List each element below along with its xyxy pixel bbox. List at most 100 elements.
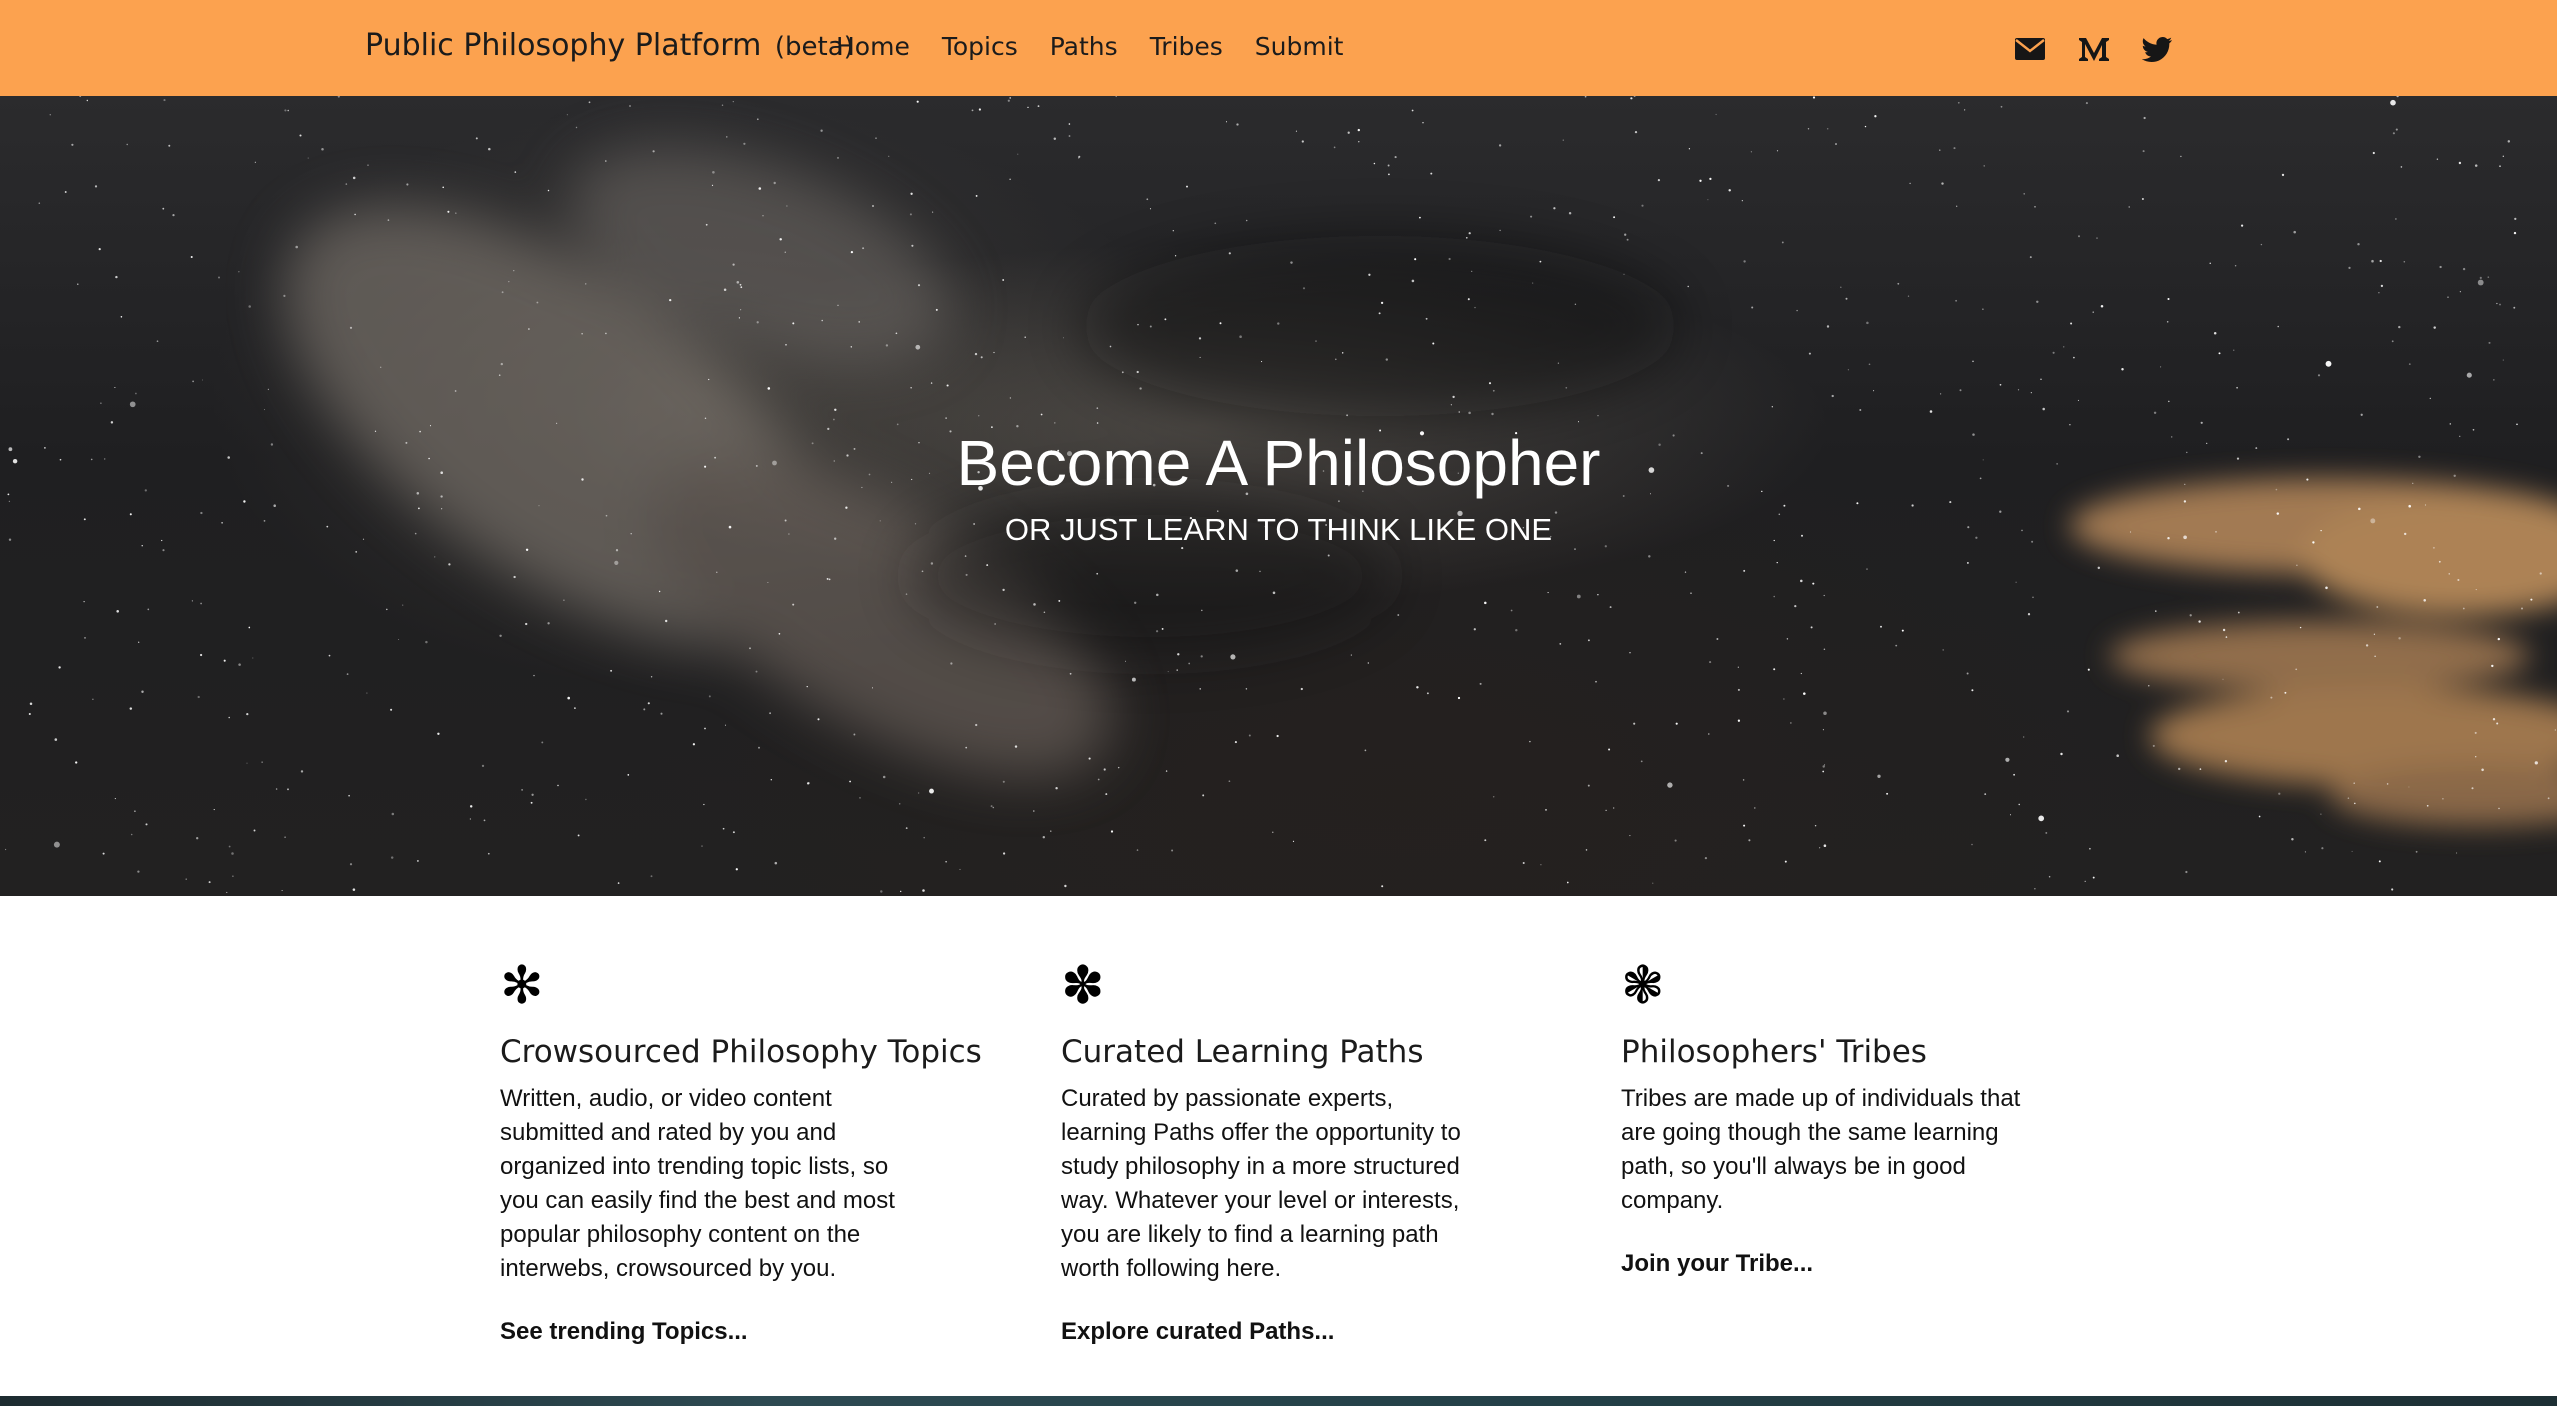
star <box>652 150 655 153</box>
star <box>1117 766 1120 769</box>
star <box>201 379 203 381</box>
star <box>2479 276 2482 279</box>
star <box>1835 143 1837 145</box>
star <box>896 423 899 426</box>
star <box>1136 849 1139 851</box>
star <box>911 244 914 247</box>
star <box>1357 128 1360 132</box>
feature-description: Tribes are made up of individuals that a… <box>1621 1085 2021 1214</box>
star <box>1156 630 1159 633</box>
star <box>1529 740 1531 743</box>
explore-curated-paths-link[interactable]: Explore curated Paths... <box>1061 1318 1334 1346</box>
star <box>2347 797 2350 799</box>
nav-link-tribes[interactable]: Tribes <box>1150 32 1223 61</box>
star <box>722 827 725 830</box>
star <box>807 781 810 785</box>
nav-link-topics[interactable]: Topics <box>942 32 1018 61</box>
star <box>1640 760 1643 763</box>
star <box>2224 760 2228 763</box>
star <box>2009 814 2012 816</box>
star <box>1629 651 1631 654</box>
star <box>75 761 78 764</box>
nav-link-submit[interactable]: Submit <box>1255 32 1344 61</box>
star <box>1776 150 1779 152</box>
star <box>1539 260 1542 263</box>
star <box>1346 414 1349 417</box>
star <box>1704 856 1708 860</box>
star <box>2000 105 2003 108</box>
star <box>916 100 919 103</box>
star <box>1684 571 1687 573</box>
star <box>2284 691 2287 694</box>
star <box>162 549 165 552</box>
star <box>2042 407 2045 411</box>
star <box>1234 741 1237 744</box>
star <box>1786 638 1789 640</box>
star <box>253 829 256 832</box>
hero-subtitle: OR JUST LEARN TO THINK LIKE ONE <box>1004 512 1553 547</box>
star <box>1626 238 1629 241</box>
star <box>2304 851 2306 853</box>
envelope-icon[interactable] <box>2013 32 2047 66</box>
star <box>2128 206 2130 208</box>
star <box>556 422 558 424</box>
star <box>1597 593 1599 596</box>
star <box>2395 218 2397 220</box>
hero-title: Become A Philosopher <box>956 427 1601 499</box>
star <box>1812 96 1816 99</box>
star <box>1873 390 1875 392</box>
star <box>1225 121 1228 123</box>
propeller-flower-icon: ❃ <box>1621 956 1665 1016</box>
star <box>1547 592 1549 594</box>
twitter-icon[interactable] <box>2140 32 2174 66</box>
star <box>2498 807 2500 810</box>
star <box>283 294 286 297</box>
star <box>2378 292 2380 294</box>
star <box>704 727 706 730</box>
star <box>2234 265 2237 267</box>
star <box>1394 156 1397 159</box>
star <box>1037 105 1040 108</box>
star <box>1488 382 1492 385</box>
star <box>2374 655 2376 657</box>
star <box>1613 216 1616 219</box>
star <box>1474 306 1476 309</box>
star <box>2178 767 2181 771</box>
see-trending-topics-link[interactable]: See trending Topics... <box>500 1318 748 1346</box>
star <box>2189 614 2192 617</box>
star <box>345 183 348 185</box>
star <box>1964 109 1966 111</box>
star <box>2240 224 2244 227</box>
star <box>1949 501 1952 504</box>
star <box>721 104 724 107</box>
star <box>923 836 925 839</box>
star <box>1064 884 1067 888</box>
star <box>2488 341 2491 344</box>
nav-link-home[interactable]: Home <box>836 32 910 61</box>
star <box>850 250 854 254</box>
star <box>755 670 758 673</box>
star <box>1096 422 1099 424</box>
star <box>1982 308 1984 311</box>
medium-icon[interactable] <box>2077 32 2111 66</box>
nav-link-paths[interactable]: Paths <box>1050 32 1118 61</box>
star <box>1530 215 1533 218</box>
join-your-tribe-link[interactable]: Join your Tribe... <box>1621 1250 1813 1278</box>
star <box>263 409 266 411</box>
star <box>1623 273 1625 275</box>
star <box>875 137 877 139</box>
star <box>228 716 230 719</box>
star <box>2295 668 2298 671</box>
star <box>1161 627 1164 630</box>
star <box>1426 692 1429 695</box>
star <box>1648 555 1651 558</box>
star <box>1261 361 1263 363</box>
star <box>743 142 746 145</box>
star <box>786 205 788 207</box>
brand-link[interactable]: Public Philosophy Platform (beta) <box>365 28 854 63</box>
star <box>1771 406 1773 408</box>
star <box>2492 718 2496 721</box>
star <box>2048 875 2051 878</box>
star <box>577 834 580 837</box>
star <box>1784 860 1787 863</box>
